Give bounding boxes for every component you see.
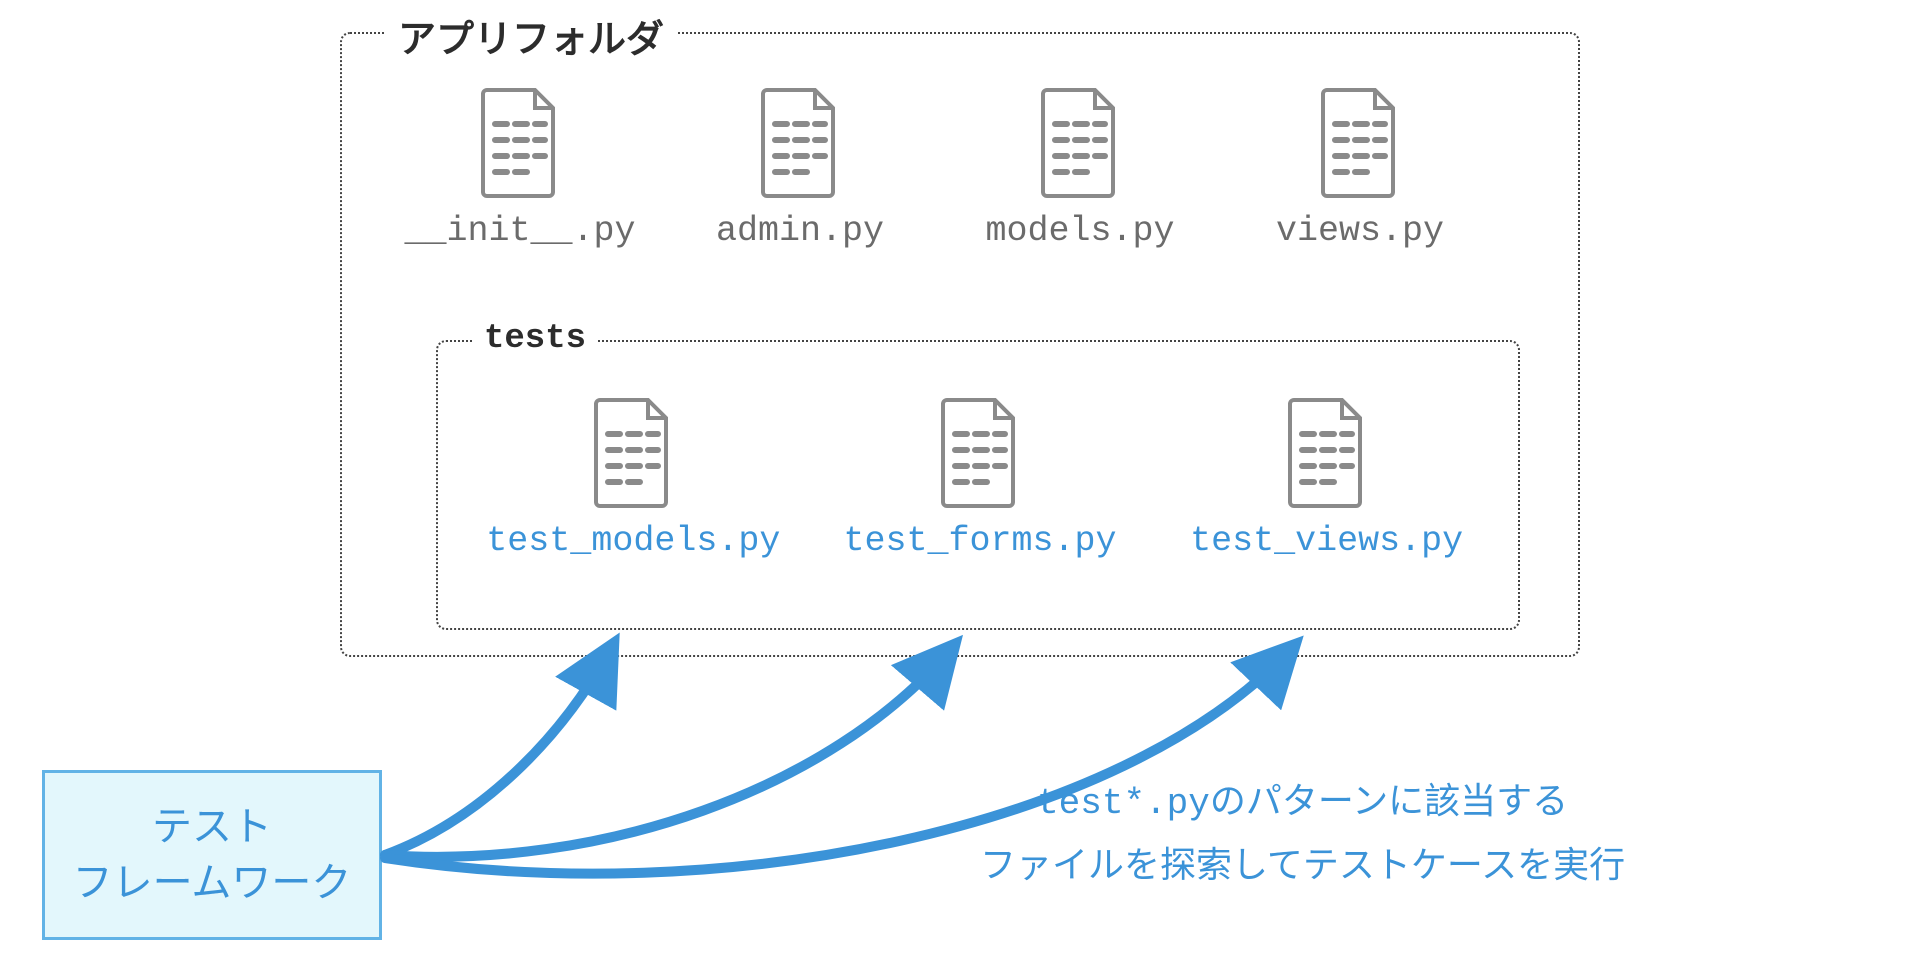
test-files-row: test_models.py test_forms.py tes: [460, 396, 1500, 562]
framework-line1: テスト: [152, 799, 272, 855]
app-folder-legend: アプリフォルダ: [386, 8, 676, 63]
arrow-to-test-forms: [385, 650, 950, 857]
file-admin: admin.py: [670, 86, 930, 252]
file-icon: [1035, 86, 1125, 200]
app-files-row: __init__.py admin.py models.py: [380, 86, 1500, 252]
file-views: views.py: [1230, 86, 1490, 252]
file-icon: [1315, 86, 1405, 200]
file-icon: [935, 396, 1025, 510]
file-test-views: test_views.py: [1167, 396, 1487, 562]
file-icon: [588, 396, 678, 510]
file-test-models: test_models.py: [473, 396, 793, 562]
file-init: __init__.py: [390, 86, 650, 252]
file-label: models.py: [985, 210, 1174, 252]
tests-legend: tests: [472, 320, 598, 358]
file-icon: [475, 86, 565, 200]
file-label: test_views.py: [1190, 520, 1463, 562]
file-test-forms: test_forms.py: [820, 396, 1140, 562]
file-label: test_models.py: [486, 520, 780, 562]
file-icon: [1282, 396, 1372, 510]
arrow-to-test-models: [385, 650, 610, 855]
framework-line2: フレームワーク: [73, 855, 352, 911]
file-label: views.py: [1276, 210, 1444, 252]
file-label: test_forms.py: [843, 520, 1116, 562]
explain-pattern: test*.pyのパターンに該当する: [1037, 783, 1568, 824]
file-icon: [755, 86, 845, 200]
test-framework-box: テスト フレームワーク: [42, 770, 382, 940]
file-label: __init__.py: [404, 210, 635, 252]
file-label: admin.py: [716, 210, 884, 252]
explain-line2: ファイルを探索してテストケースを実行: [980, 834, 1625, 895]
explanation-text: test*.pyのパターンに該当する ファイルを探索してテストケースを実行: [980, 770, 1625, 895]
file-models: models.py: [950, 86, 1210, 252]
